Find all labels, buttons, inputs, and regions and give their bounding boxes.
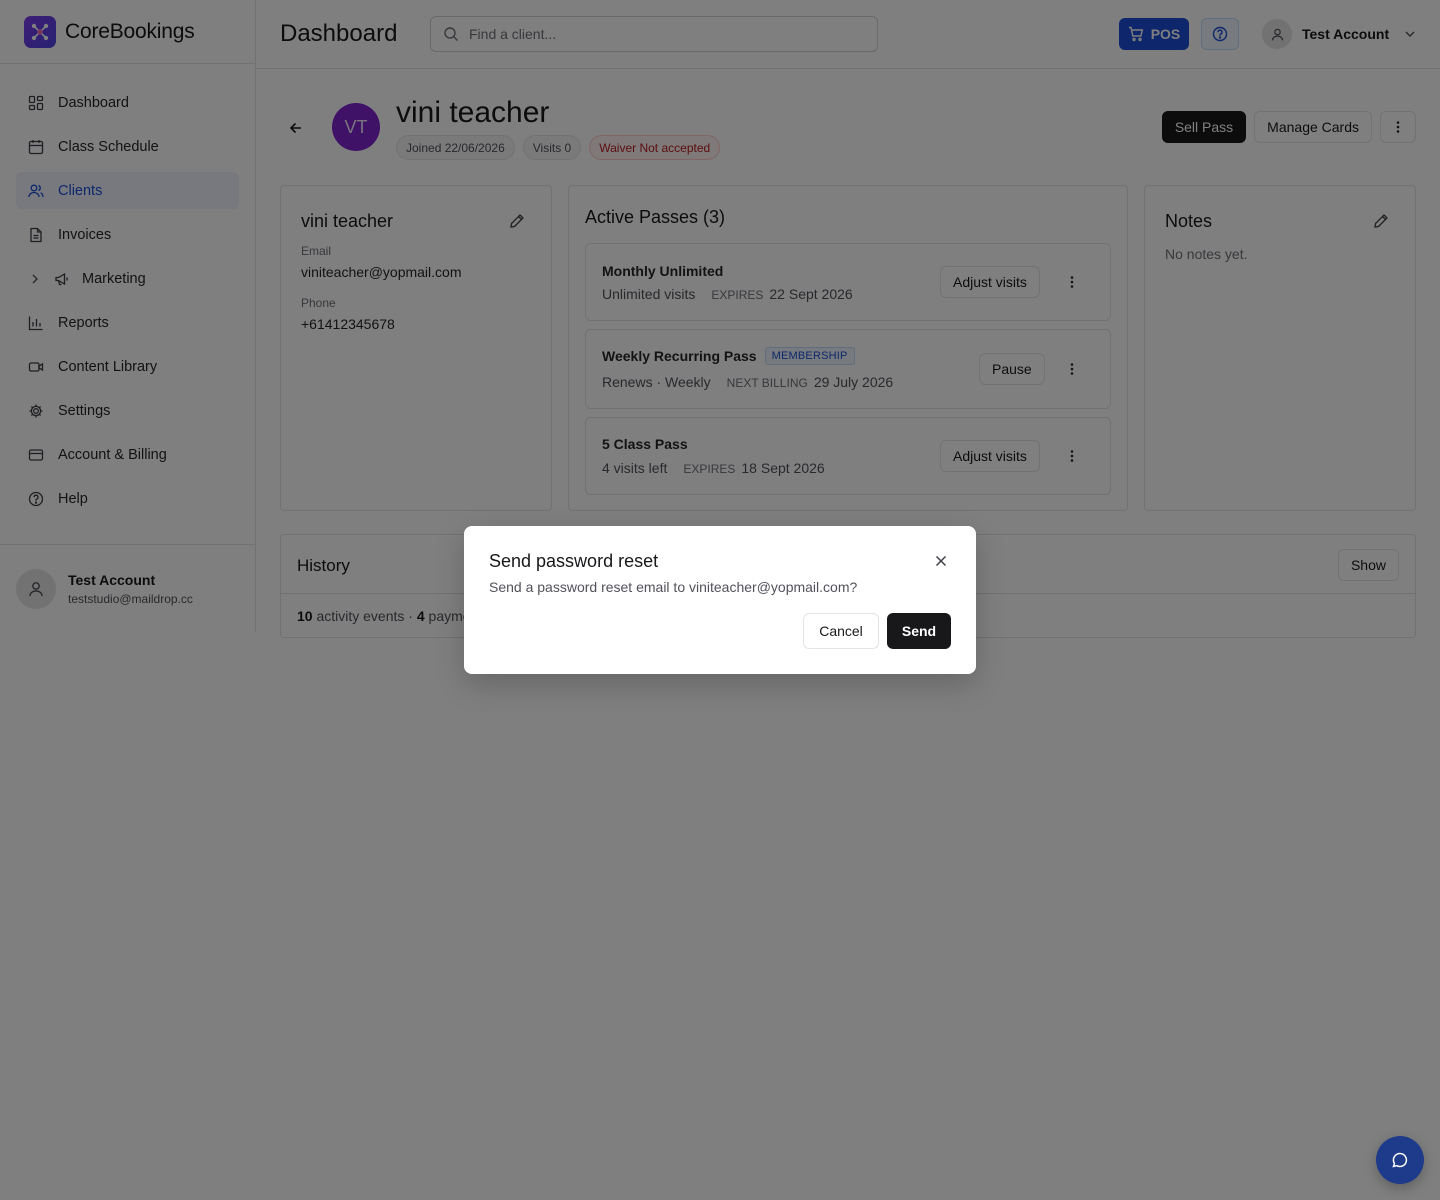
close-icon[interactable] bbox=[933, 553, 949, 569]
dialog-description: Send a password reset email to viniteach… bbox=[489, 579, 858, 595]
send-button[interactable]: Send bbox=[887, 613, 951, 649]
cancel-button[interactable]: Cancel bbox=[803, 613, 879, 649]
dialog-title: Send password reset bbox=[489, 551, 659, 571]
password-reset-dialog: Send password reset Send a password rese… bbox=[464, 526, 976, 674]
chat-bubble-icon bbox=[1391, 1151, 1409, 1169]
chat-button[interactable] bbox=[1376, 1136, 1424, 1184]
